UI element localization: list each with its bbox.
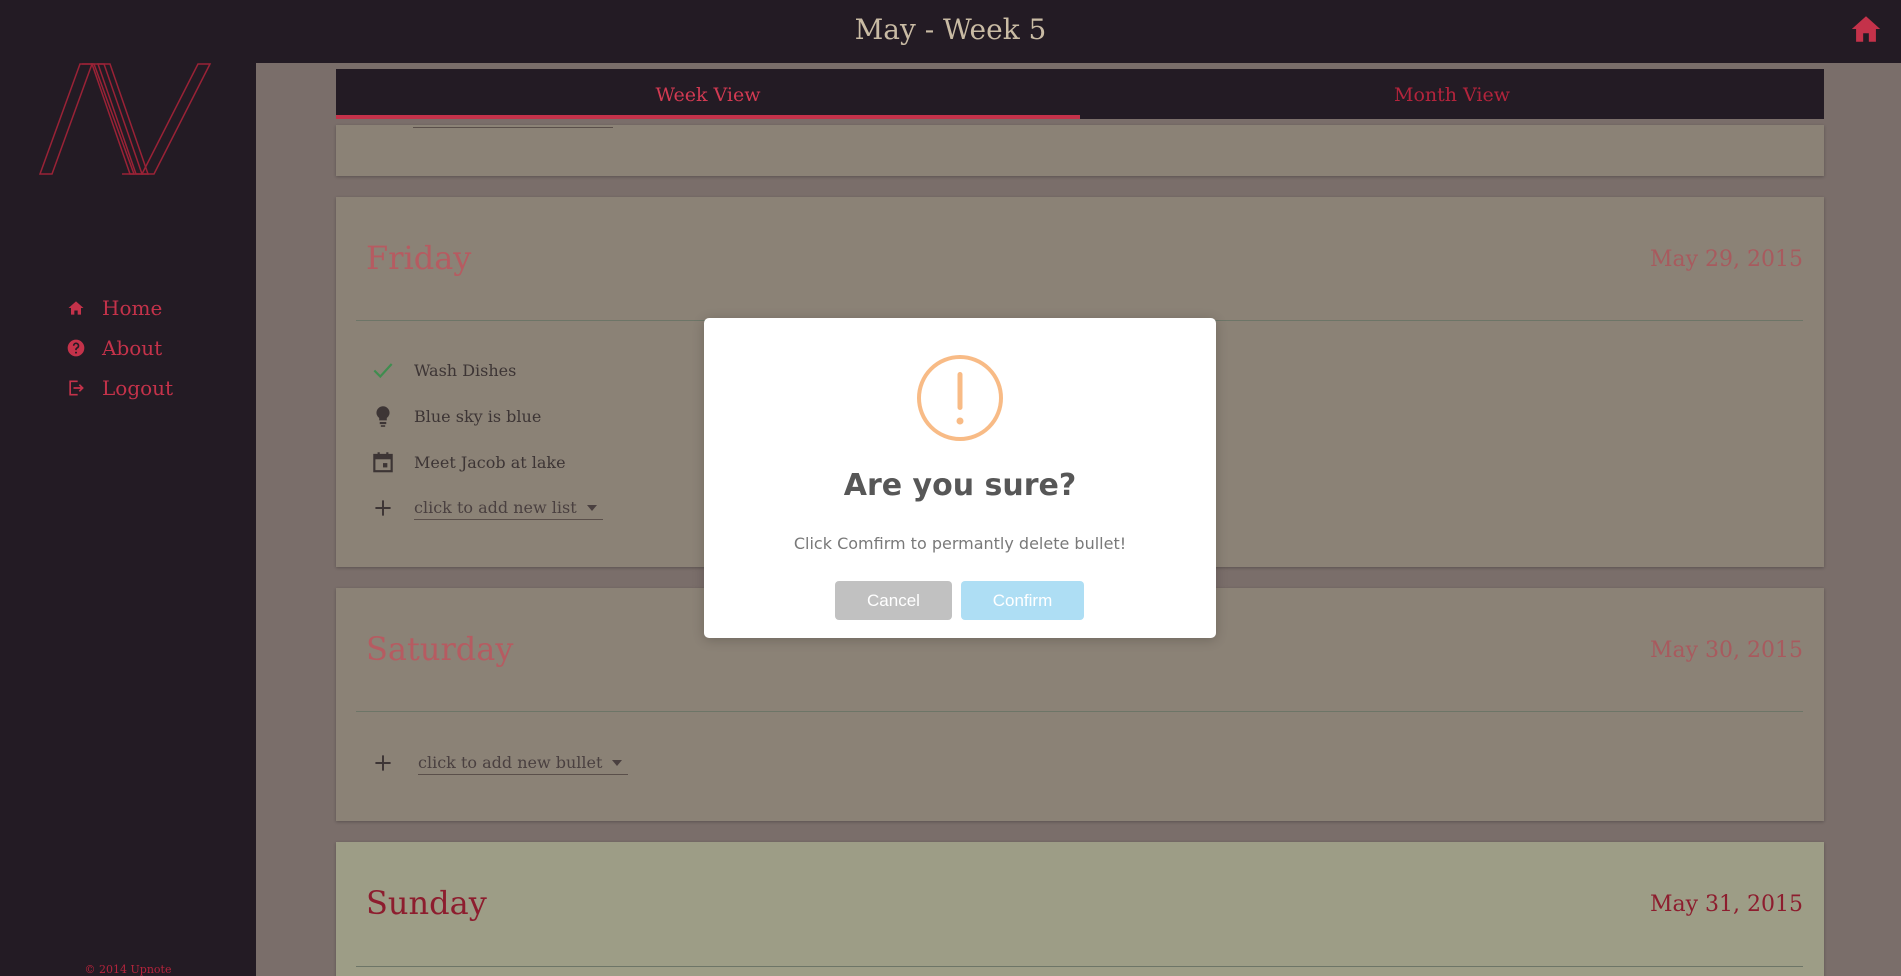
add-bullet-control[interactable]: click to add new bullet [370, 750, 629, 776]
day-date: May 31, 2015 [1649, 892, 1803, 917]
logout-icon [69, 380, 84, 396]
calendar-icon [373, 452, 393, 473]
day-name: Saturday [366, 630, 514, 668]
sidebar-item-label: Logout [102, 376, 174, 400]
add-list-select[interactable]: click to add new list [414, 496, 603, 520]
help-circle-icon [67, 339, 85, 357]
day-card-sunday: Sunday May 31, 2015 [336, 842, 1824, 976]
bullet-text: Meet Jacob at lake [414, 452, 566, 472]
app-logo [38, 63, 212, 175]
check-icon [373, 363, 393, 379]
sidebar-item-about[interactable]: About [66, 328, 173, 368]
lightbulb-icon [376, 406, 390, 427]
tab-month-view[interactable]: Month View [1080, 69, 1824, 119]
dialog-message: Click Comfirm to permantly delete bullet… [793, 534, 1127, 553]
day-name: Sunday [366, 884, 487, 922]
divider [356, 966, 1803, 967]
plus-icon[interactable] [370, 495, 396, 521]
list-item[interactable]: Blue sky is blue [370, 403, 541, 429]
list-item[interactable]: Wash Dishes [370, 357, 516, 383]
home-icon [68, 301, 84, 315]
confirm-button[interactable]: Confirm [961, 581, 1084, 620]
day-name: Friday [366, 239, 472, 277]
list-item[interactable]: Meet Jacob at lake [370, 449, 566, 475]
home-icon[interactable] [1849, 12, 1883, 46]
add-list-control[interactable]: click to add new list [370, 495, 603, 521]
view-tabs: Week View Month View [336, 69, 1824, 119]
dialog-title: Are you sure? [843, 468, 1077, 503]
cancel-button[interactable]: Cancel [835, 581, 952, 620]
confirm-dialog: Are you sure? Click Comfirm to permantly… [704, 318, 1216, 638]
page-title: May - Week 5 [854, 13, 1047, 46]
sidebar-item-home[interactable]: Home [66, 288, 173, 328]
bullet-text: Wash Dishes [414, 360, 517, 380]
day-card-thursday-partial [336, 125, 1824, 176]
warning-icon [917, 355, 1003, 441]
sidebar: Home About Logout © 2014 Upnote [0, 0, 256, 976]
sidebar-item-label: Home [102, 296, 163, 320]
sidebar-item-label: About [102, 336, 163, 360]
sidebar-nav: Home About Logout [66, 288, 173, 408]
plus-icon[interactable] [370, 750, 396, 776]
day-date: May 29, 2015 [1649, 247, 1803, 272]
top-bar: May - Week 5 [0, 0, 1901, 63]
add-bullet-select[interactable]: click to add new bullet [418, 751, 629, 775]
divider [356, 711, 1803, 712]
bullet-text: Blue sky is blue [414, 406, 542, 426]
sidebar-item-logout[interactable]: Logout [66, 368, 173, 408]
tab-week-view[interactable]: Week View [336, 69, 1080, 119]
copyright: © 2014 Upnote [84, 963, 172, 976]
day-date: May 30, 2015 [1649, 638, 1803, 663]
adder-underline-partial [413, 127, 613, 128]
